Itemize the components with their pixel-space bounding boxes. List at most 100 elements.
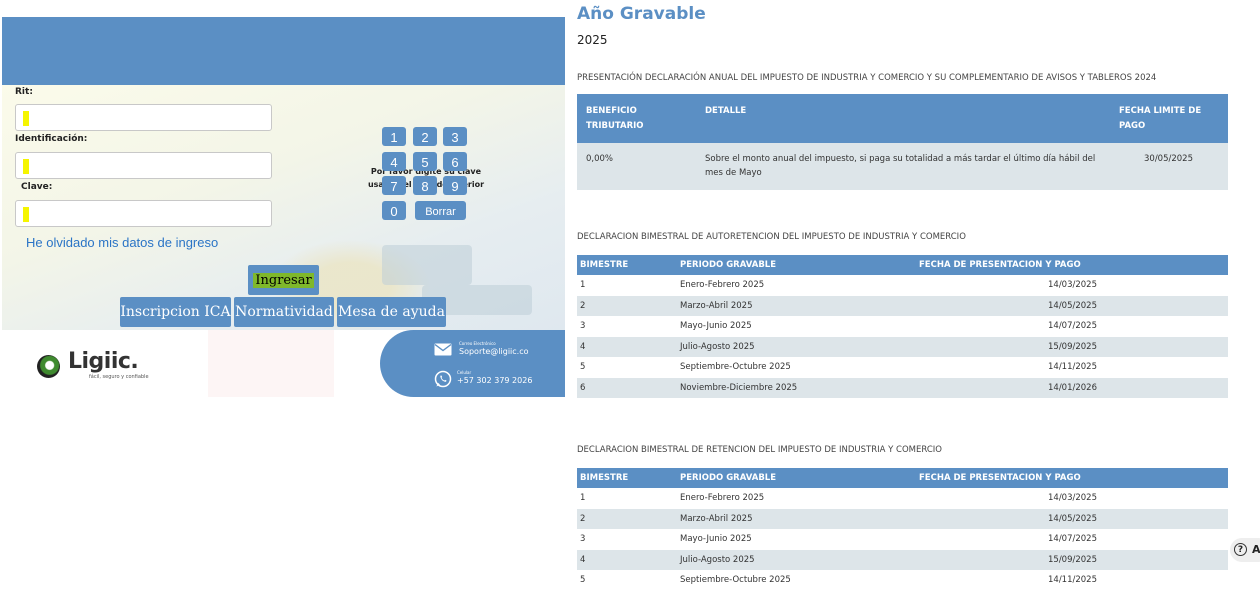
rit-label: Rit: bbox=[15, 87, 33, 97]
logo-tagline: fácil, seguro y confiable bbox=[89, 374, 149, 380]
keypad-key-4[interactable]: 4 bbox=[382, 152, 406, 171]
periodo-cell: Mayo-Junio 2025 bbox=[680, 321, 752, 331]
fecha-cell: 15/09/2025 bbox=[1048, 341, 1097, 352]
ingresar-button[interactable]: Ingresar bbox=[248, 265, 319, 295]
autoretencion-section-title: DECLARACION BIMESTRAL DE AUTORETENCION D… bbox=[577, 232, 966, 242]
keyboard-background bbox=[382, 245, 472, 285]
keypad-key-2[interactable]: 2 bbox=[413, 127, 437, 146]
header-fecha: FECHA DE PRESENTACION Y PAGO bbox=[919, 260, 1081, 270]
fecha-cell: 14/05/2025 bbox=[1048, 513, 1097, 524]
bimestre-cell: 4 bbox=[580, 554, 586, 565]
login-panel: Rit: Identificación: Clave: Por favor di… bbox=[0, 17, 565, 397]
periodo-cell: Mayo-Junio 2025 bbox=[680, 534, 752, 544]
keypad-key-0[interactable]: 0 bbox=[382, 201, 406, 220]
table-row: 4 Julio-Agosto 2025 15/09/2025 bbox=[577, 336, 1228, 357]
forgot-credentials-link[interactable]: He olvidado mis datos de ingreso bbox=[26, 235, 218, 250]
text-caret bbox=[23, 207, 29, 222]
header-bimestre: BIMESTRE bbox=[580, 473, 629, 483]
bimestre-cell: 5 bbox=[580, 362, 586, 372]
header-periodo: PERIODO GRAVABLE bbox=[680, 473, 777, 483]
table-row: 5 Septiembre-Octubre 2025 14/11/2025 bbox=[577, 357, 1228, 378]
periodo-cell: Enero-Febrero 2025 bbox=[680, 280, 765, 290]
detalle-value: Sobre el monto anual del impuesto, si pa… bbox=[705, 154, 1096, 178]
question-icon: ? bbox=[1234, 543, 1247, 556]
fecha-cell: 14/11/2025 bbox=[1048, 575, 1097, 585]
table-row: 3 Mayo-Junio 2025 14/07/2025 bbox=[577, 316, 1228, 337]
help-button[interactable]: ? A bbox=[1230, 538, 1260, 562]
keypad-key-8[interactable]: 8 bbox=[413, 176, 437, 195]
table-row: 5 Septiembre-Octubre 2025 14/11/2025 bbox=[577, 570, 1228, 591]
support-phone[interactable]: +57 302 379 2026 bbox=[457, 376, 532, 385]
header-beneficio: BENEFICIO TRIBUTARIO bbox=[586, 106, 644, 131]
logo-text: Ligiic. bbox=[68, 349, 139, 374]
periodo-cell: Septiembre-Octubre 2025 bbox=[680, 575, 791, 585]
table-header: BIMESTRE PERIODO GRAVABLE FECHA DE PRESE… bbox=[577, 255, 1228, 275]
table-row: 2 Marzo-Abril 2025 14/05/2025 bbox=[577, 295, 1228, 316]
keypad-key-3[interactable]: 3 bbox=[443, 127, 467, 146]
rit-input[interactable] bbox=[15, 104, 272, 131]
phone-caption: Celular bbox=[457, 370, 472, 375]
ligiic-logo-mark bbox=[37, 355, 60, 378]
text-caret bbox=[23, 159, 29, 174]
periodo-cell: Marzo-Abril 2025 bbox=[680, 300, 753, 311]
keypad-key-5[interactable]: 5 bbox=[413, 152, 437, 171]
envelope-icon bbox=[434, 343, 452, 356]
header-fecha-limite: FECHA LIMITE DE PAGO bbox=[1119, 106, 1202, 131]
support-email[interactable]: Soporte@ligiic.co bbox=[459, 347, 529, 356]
mesa-de-ayuda-button[interactable]: Mesa de ayuda bbox=[337, 297, 446, 327]
autoretencion-table: BIMESTRE PERIODO GRAVABLE FECHA DE PRESE… bbox=[577, 255, 1228, 398]
identificacion-input[interactable] bbox=[15, 152, 272, 179]
periodo-cell: Julio-Agosto 2025 bbox=[680, 554, 755, 565]
table-row: 2 Marzo-Abril 2025 14/05/2025 bbox=[577, 508, 1228, 529]
retencion-table: BIMESTRE PERIODO GRAVABLE FECHA DE PRESE… bbox=[577, 468, 1228, 591]
bimestre-cell: 6 bbox=[580, 382, 586, 393]
bimestre-cell: 2 bbox=[580, 513, 586, 524]
header-detalle: DETALLE bbox=[705, 106, 747, 116]
bimestre-cell: 3 bbox=[580, 534, 586, 544]
footer-decoration bbox=[208, 330, 334, 397]
identificacion-label: Identificación: bbox=[15, 134, 88, 144]
fecha-cell: 14/07/2025 bbox=[1048, 321, 1097, 331]
table-body: 1 Enero-Febrero 2025 14/03/2025 2 Marzo-Abri… bbox=[577, 488, 1228, 591]
table-row: 1 Enero-Febrero 2025 14/03/2025 bbox=[577, 488, 1228, 509]
keypad-key-1[interactable]: 1 bbox=[382, 127, 406, 146]
tax-year: 2025 bbox=[577, 33, 608, 47]
login-header-bar bbox=[2, 17, 565, 85]
keypad-key-7[interactable]: 7 bbox=[382, 176, 406, 195]
clave-input[interactable] bbox=[15, 200, 272, 227]
table-row: 3 Mayo-Junio 2025 14/07/2025 bbox=[577, 529, 1228, 550]
keypad-key-9[interactable]: 9 bbox=[443, 176, 467, 195]
periodo-cell: Septiembre-Octubre 2025 bbox=[680, 362, 791, 372]
help-label: A bbox=[1252, 543, 1260, 556]
fecha-cell: 14/01/2026 bbox=[1048, 382, 1097, 393]
retencion-section-title: DECLARACION BIMESTRAL DE RETENCION DEL I… bbox=[577, 445, 942, 455]
keypad-delete-button[interactable]: Borrar bbox=[415, 201, 466, 220]
bimestre-cell: 2 bbox=[580, 300, 586, 311]
table-row: 4 Julio-Agosto 2025 15/09/2025 bbox=[577, 549, 1228, 570]
inscripcion-ica-button[interactable]: Inscripcion ICA bbox=[120, 297, 231, 327]
fecha-cell: 15/09/2025 bbox=[1048, 554, 1097, 565]
header-fecha: FECHA DE PRESENTACION Y PAGO bbox=[919, 473, 1081, 483]
annual-section-title: PRESENTACIÓN DECLARACIÓN ANUAL DEL IMPUE… bbox=[577, 73, 1157, 83]
bimestre-cell: 1 bbox=[580, 493, 586, 503]
bimestre-cell: 3 bbox=[580, 321, 586, 331]
bimestre-cell: 4 bbox=[580, 341, 586, 352]
table-row: 1 Enero-Febrero 2025 14/03/2025 bbox=[577, 275, 1228, 296]
fecha-cell: 14/07/2025 bbox=[1048, 534, 1097, 544]
email-caption: Correo Electrónico bbox=[459, 341, 496, 346]
table-row: 0,00% Sobre el monto anual del impuesto,… bbox=[577, 143, 1228, 190]
whatsapp-icon bbox=[434, 370, 452, 388]
bimestre-cell: 1 bbox=[580, 280, 586, 290]
keypad-key-6[interactable]: 6 bbox=[443, 152, 467, 171]
fecha-cell: 14/11/2025 bbox=[1048, 362, 1097, 372]
beneficio-value: 0,00% bbox=[586, 154, 614, 164]
page-title: Año Gravable bbox=[577, 4, 706, 24]
contact-panel: Correo Electrónico Soporte@ligiic.co Cel… bbox=[380, 330, 565, 397]
header-bimestre: BIMESTRE bbox=[580, 260, 629, 270]
fecha-limite-value: 30/05/2025 bbox=[1144, 154, 1193, 164]
table-header: BIMESTRE PERIODO GRAVABLE FECHA DE PRESE… bbox=[577, 468, 1228, 488]
ingresar-label: Ingresar bbox=[253, 273, 314, 288]
bimestre-cell: 5 bbox=[580, 575, 586, 585]
normatividad-button[interactable]: Normatividad bbox=[234, 297, 334, 327]
text-caret bbox=[23, 111, 29, 126]
